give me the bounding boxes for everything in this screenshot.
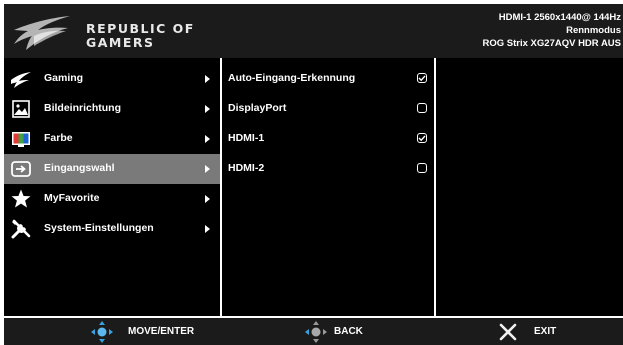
status-input-resolution: HDMI-1 2560x1440@ 144Hz xyxy=(498,12,621,23)
menu-label-eingangswahl: Eingangswahl xyxy=(44,162,115,174)
menu-item-system-einstellungen[interactable]: System-Einstellungen xyxy=(4,214,220,244)
menu-item-bildeinrichtung[interactable]: Bildeinrichtung xyxy=(4,94,220,124)
option-hdmi-1[interactable]: HDMI-1 xyxy=(222,124,434,154)
back-hint: BACK xyxy=(304,318,394,345)
rog-eye-icon xyxy=(11,72,31,88)
joystick-dpad-icon xyxy=(91,321,113,343)
checkbox-unchecked-icon[interactable] xyxy=(417,163,427,173)
option-label: HDMI-2 xyxy=(228,162,265,174)
option-auto-eingang-erkennung[interactable]: Auto-Eingang-Erkennung xyxy=(222,64,434,94)
checkbox-checked-icon[interactable] xyxy=(417,133,427,143)
menu-label-bildeinrichtung: Bildeinrichtung xyxy=(44,102,121,114)
move-enter-label: MOVE/ENTER xyxy=(128,326,195,337)
tools-icon xyxy=(11,219,31,239)
move-enter-hint: MOVE/ENTER xyxy=(90,318,230,345)
option-hdmi-2[interactable]: HDMI-2 xyxy=(222,154,434,184)
rog-logo: REPUBLIC OF GAMERS xyxy=(8,8,208,58)
exit-label: EXIT xyxy=(534,326,557,337)
status-model-hdr: ROG Strix XG27AQV HDR AUS xyxy=(482,38,621,49)
main-menu-panel: Gaming Bildeinrichtung Farbe Eingangswah… xyxy=(4,58,220,316)
brand-text: REPUBLIC OF GAMERS xyxy=(86,22,195,50)
submenu-arrow-icon xyxy=(205,135,210,143)
menu-item-gaming[interactable]: Gaming xyxy=(4,64,220,94)
status-info: HDMI-1 2560x1440@ 144Hz Rennmodus ROG St… xyxy=(483,11,621,50)
submenu-panel: Auto-Eingang-Erkennung DisplayPort HDMI-… xyxy=(222,58,434,316)
menu-label-system-einstellungen: System-Einstellungen xyxy=(44,222,154,234)
option-displayport[interactable]: DisplayPort xyxy=(222,94,434,124)
menu-item-eingangswahl[interactable]: Eingangswahl xyxy=(4,154,220,184)
osd-menu: REPUBLIC OF GAMERS HDMI-1 2560x1440@ 144… xyxy=(0,0,623,345)
brand-line-2: GAMERS xyxy=(86,35,155,50)
submenu-arrow-icon xyxy=(205,225,210,233)
input-icon xyxy=(11,161,31,177)
brand-line-1: REPUBLIC OF xyxy=(86,21,195,36)
checkbox-checked-icon[interactable] xyxy=(417,73,427,83)
menu-label-myfavorite: MyFavorite xyxy=(44,192,100,204)
checkbox-unchecked-icon[interactable] xyxy=(417,103,427,113)
exit-hint: EXIT xyxy=(498,318,588,345)
option-label: HDMI-1 xyxy=(228,132,265,144)
submenu-arrow-icon xyxy=(205,195,210,203)
star-icon xyxy=(11,189,31,208)
submenu-arrow-icon xyxy=(205,75,210,83)
submenu-arrow-icon xyxy=(205,105,210,113)
joystick-left-icon xyxy=(305,321,327,343)
menu-item-myfavorite[interactable]: MyFavorite xyxy=(4,184,220,214)
option-label: Auto-Eingang-Erkennung xyxy=(228,72,356,84)
menu-label-gaming: Gaming xyxy=(44,72,84,84)
option-label: DisplayPort xyxy=(228,102,287,114)
submenu-arrow-icon xyxy=(205,165,210,173)
menu-item-farbe[interactable]: Farbe xyxy=(4,124,220,154)
footer-bar: MOVE/ENTER BACK EXIT xyxy=(4,318,623,345)
color-icon xyxy=(12,132,30,147)
back-label: BACK xyxy=(334,326,363,337)
menu-label-farbe: Farbe xyxy=(44,132,73,144)
image-icon xyxy=(12,100,30,118)
header-bar: REPUBLIC OF GAMERS HDMI-1 2560x1440@ 144… xyxy=(4,4,623,58)
close-icon xyxy=(499,323,517,341)
detail-panel xyxy=(436,58,623,316)
status-mode: Rennmodus xyxy=(566,25,621,36)
